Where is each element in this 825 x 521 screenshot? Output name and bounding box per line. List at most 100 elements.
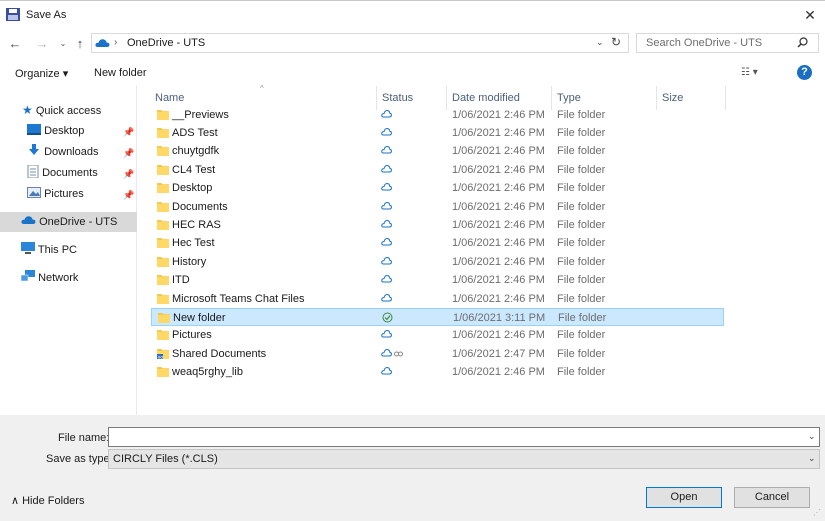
address-dropdown-button[interactable]: ⌄	[596, 37, 604, 48]
table-row[interactable]: New folder 1/06/2021 3:11 PM File folder	[151, 307, 724, 327]
file-name-input[interactable]	[108, 427, 820, 447]
pin-icon[interactable]: 📌	[123, 148, 134, 159]
cloud-status-icon	[381, 127, 392, 136]
table-row[interactable]: Documents 1/06/2021 2:46 PM File folder	[151, 198, 724, 216]
file-type: File folder	[557, 200, 606, 213]
save-type-value: CIRCLY Files (*.CLS)	[113, 453, 218, 465]
table-row[interactable]: chuytgdfk 1/06/2021 2:46 PM File folder	[151, 142, 724, 160]
search-icon[interactable]	[797, 37, 808, 48]
status-icon	[381, 109, 392, 121]
table-row[interactable]: Pictures 1/06/2021 2:46 PM File folder	[151, 326, 724, 344]
cloud-status-icon	[381, 201, 392, 209]
status-icon	[382, 312, 393, 326]
sidebar-item-network[interactable]: Network	[20, 268, 78, 288]
column-header-status[interactable]: Status	[382, 92, 413, 104]
column-header-date-modified[interactable]: Date modified	[452, 92, 520, 104]
star-icon: ★	[22, 103, 33, 117]
breadcrumb-onedrive[interactable]: OneDrive - UTS	[127, 37, 205, 49]
file-type: File folder	[557, 274, 606, 287]
file-name: ITD	[172, 274, 190, 287]
cancel-button[interactable]: Cancel	[734, 487, 810, 508]
hide-folders-button[interactable]: ∧ Hide Folders	[11, 494, 84, 507]
sidebar-item-this-pc[interactable]: This PC	[21, 240, 77, 260]
pin-icon[interactable]: 📌	[123, 190, 134, 201]
column-divider[interactable]	[725, 86, 726, 110]
sidebar-item-label: Pictures	[44, 188, 84, 200]
refresh-button[interactable]: ↻	[611, 35, 621, 49]
column-header-name[interactable]: Name	[155, 92, 184, 104]
save-type-dropdown-button[interactable]: ⌄	[808, 453, 816, 464]
sidebar-item-pictures[interactable]: Pictures	[27, 184, 84, 204]
file-name-dropdown-button[interactable]: ⌄	[808, 431, 816, 442]
forward-button[interactable]: →	[35, 36, 49, 52]
table-row[interactable]: ITD 1/06/2021 2:46 PM File folder	[151, 271, 724, 289]
sidebar-item-downloads[interactable]: Downloads	[27, 142, 98, 162]
save-as-icon	[6, 8, 20, 21]
recent-locations-button[interactable]: ⌄	[56, 36, 70, 52]
back-button[interactable]: ←	[8, 36, 22, 52]
cloud-status-icon	[381, 330, 392, 338]
status-icon	[381, 182, 392, 194]
table-row[interactable]: Desktop 1/06/2021 2:46 PM File folder	[151, 179, 724, 197]
organize-button[interactable]: Organize ▾	[15, 67, 68, 80]
file-type: File folder	[557, 126, 606, 139]
status-icon	[381, 256, 392, 268]
folder-icon	[157, 330, 169, 341]
sidebar-item-label: Quick access	[35, 105, 102, 117]
shared-link-icon	[394, 351, 403, 357]
sidebar-item-label: Documents	[42, 167, 98, 179]
sidebar-item-documents[interactable]: Documents	[27, 163, 98, 183]
table-row[interactable]: Hec Test 1/06/2021 2:46 PM File folder	[151, 234, 724, 252]
file-name: Hec Test	[172, 237, 215, 250]
file-name: Shared Documents	[172, 347, 267, 360]
file-date-modified: 1/06/2021 2:46 PM	[452, 366, 545, 379]
resize-grip[interactable]: ⋰	[813, 508, 821, 517]
table-row[interactable]: HEC RAS 1/06/2021 2:46 PM File folder	[151, 216, 724, 234]
column-header-size[interactable]: Size	[662, 92, 683, 104]
help-icon[interactable]: ?	[797, 65, 812, 80]
file-date-modified: 1/06/2021 2:46 PM	[452, 274, 545, 287]
document-icon	[27, 164, 39, 179]
folder-icon	[158, 312, 170, 323]
pin-icon[interactable]: 📌	[123, 169, 134, 180]
save-type-label: Save as type:	[46, 453, 113, 465]
folder-icon	[157, 238, 169, 249]
new-folder-button[interactable]: New folder	[94, 67, 147, 79]
sidebar-item-quick-access[interactable]: ★ Quick access	[22, 100, 101, 120]
open-button[interactable]: Open	[646, 487, 722, 508]
table-row[interactable]: Microsoft Teams Chat Files 1/06/2021 2:46…	[151, 290, 724, 308]
table-row[interactable]: oo Shared Documents 1/06/2021 2:47 PM File …	[151, 345, 724, 363]
file-name: weaq5rghy_lib	[172, 366, 243, 379]
up-button[interactable]: ↑	[73, 36, 87, 52]
status-icon	[381, 237, 392, 249]
folder-icon	[157, 146, 169, 157]
sidebar-item-onedrive[interactable]: OneDrive - UTS	[21, 212, 117, 232]
view-options-button[interactable]: ☷ ▾	[741, 67, 758, 78]
column-header-type[interactable]: Type	[557, 92, 581, 104]
file-type: File folder	[557, 218, 606, 231]
monitor-icon	[21, 242, 35, 254]
file-name: New folder	[173, 311, 226, 324]
close-button[interactable]: ✕	[795, 4, 825, 26]
file-name: chuytgdfk	[172, 145, 220, 158]
folder-icon	[157, 109, 169, 120]
cloud-status-icon	[381, 109, 392, 117]
title-bar	[0, 0, 825, 30]
cloud-status-icon	[381, 293, 392, 301]
table-row[interactable]: ADS Test 1/06/2021 2:46 PM File folder	[151, 124, 724, 142]
file-type: File folder	[557, 108, 606, 121]
file-date-modified: 1/06/2021 2:46 PM	[452, 163, 545, 176]
file-type: File folder	[557, 182, 606, 195]
file-name: Documents	[172, 200, 228, 213]
table-row[interactable]: History 1/06/2021 2:46 PM File folder	[151, 253, 724, 271]
file-date-modified: 1/06/2021 2:47 PM	[452, 347, 545, 360]
file-type: File folder	[557, 255, 606, 268]
pin-icon[interactable]: 📌	[123, 127, 134, 138]
table-row[interactable]: __Previews 1/06/2021 2:46 PM File folder	[151, 106, 724, 124]
table-row[interactable]: CL4 Test 1/06/2021 2:46 PM File folder	[151, 161, 724, 179]
sidebar-item-label: Downloads	[44, 146, 99, 158]
sidebar-item-desktop[interactable]: Desktop	[27, 121, 84, 141]
folder-icon	[157, 293, 169, 304]
table-row[interactable]: weaq5rghy_lib 1/06/2021 2:46 PM File folde…	[151, 363, 724, 381]
pictures-icon	[27, 187, 41, 198]
